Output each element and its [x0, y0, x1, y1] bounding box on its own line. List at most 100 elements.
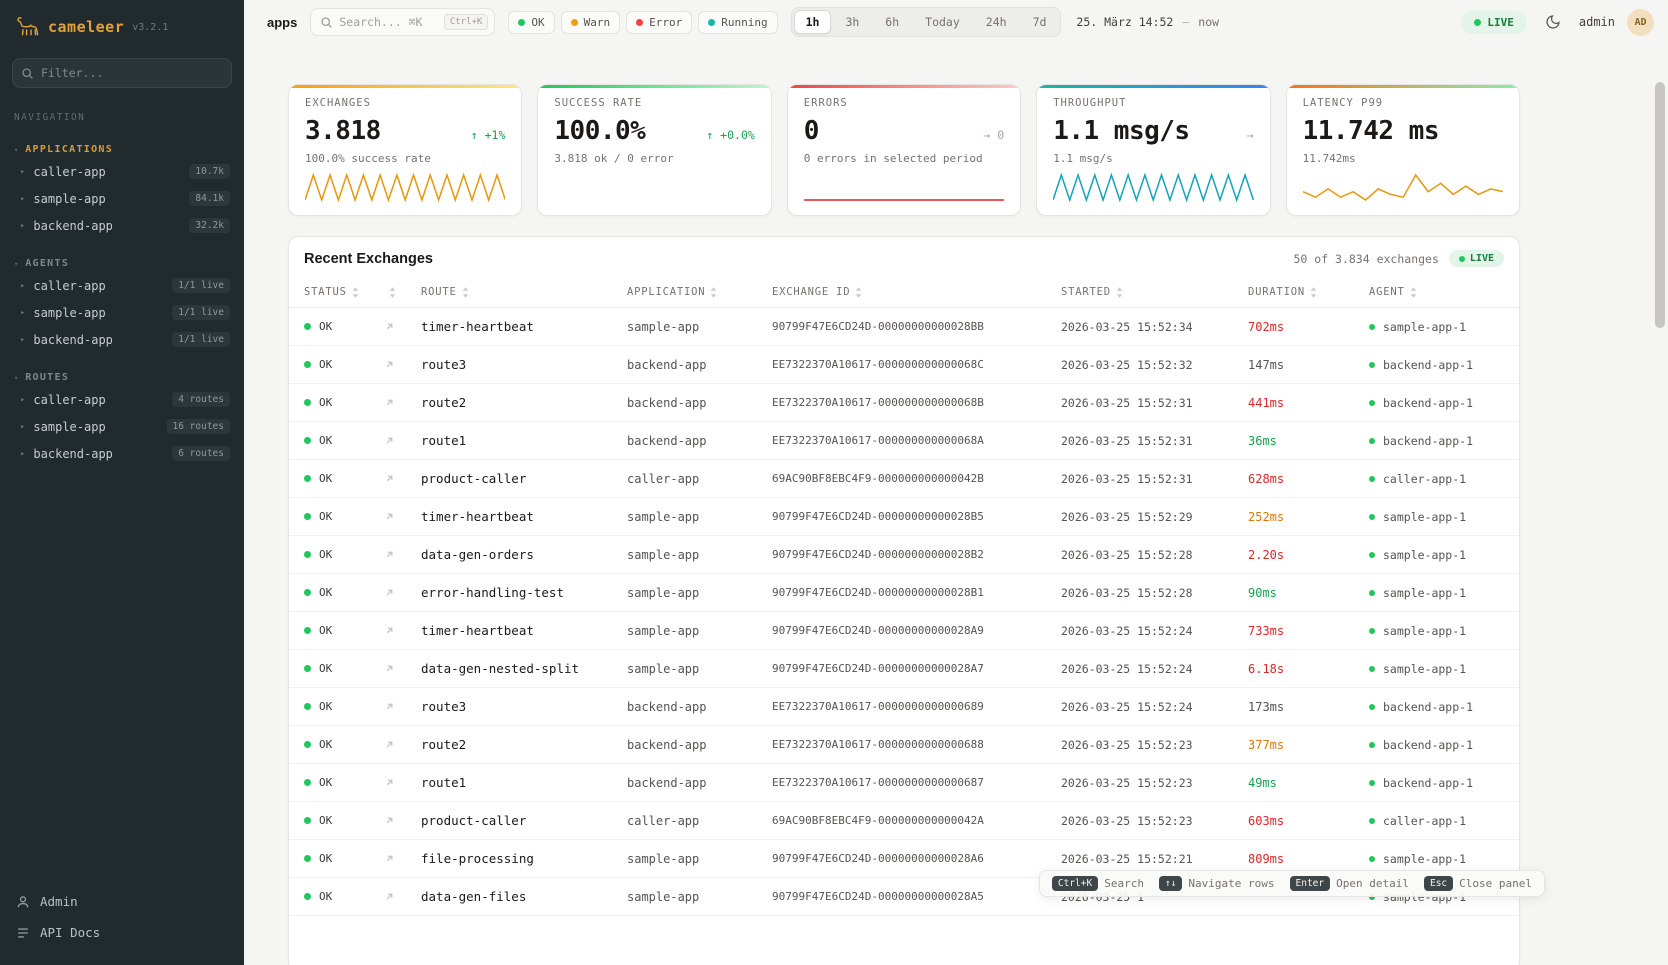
sidebar-item-caller-app[interactable]: ▸ caller-app 10.7k [0, 158, 244, 185]
avatar[interactable]: AD [1627, 9, 1654, 36]
ok-status-dot-icon [304, 855, 311, 862]
sidebar-footer-api-docs[interactable]: API Docs [14, 918, 230, 947]
time-range-6h[interactable]: 6h [873, 10, 911, 34]
open-detail-icon[interactable] [384, 359, 421, 370]
open-detail-icon[interactable] [384, 473, 421, 484]
open-detail-icon[interactable] [384, 587, 421, 598]
sidebar-item-sample-app[interactable]: ▸ sample-app 84.1k [0, 185, 244, 212]
column-header-started[interactable]: STARTED [1061, 286, 1248, 298]
table-row[interactable]: OK route1 backend-app EE7322370A10617-00… [289, 764, 1519, 802]
open-detail-icon[interactable] [384, 625, 421, 636]
time-range-7d[interactable]: 7d [1021, 10, 1059, 34]
time-range-today[interactable]: Today [913, 10, 972, 34]
sidebar-item-backend-app[interactable]: ▸ backend-app 6 routes [0, 440, 244, 467]
global-search[interactable]: Ctrl+K [310, 8, 495, 36]
agent-label: sample-app-1 [1383, 624, 1466, 638]
duration-cell: 90ms [1248, 586, 1369, 600]
shortcut-hint: Ctrl+K Search [1052, 876, 1144, 891]
agent-cell: sample-app-1 [1369, 586, 1504, 600]
duration-cell: 147ms [1248, 358, 1369, 372]
column-header-expand[interactable] [384, 287, 421, 298]
sidebar-item-caller-app[interactable]: ▸ caller-app 1/1 live [0, 272, 244, 299]
status-filter-warn[interactable]: Warn [561, 11, 621, 34]
open-detail-icon[interactable] [384, 701, 421, 712]
live-toggle[interactable]: LIVE [1461, 11, 1527, 34]
column-header-agent[interactable]: AGENT [1369, 286, 1504, 298]
status-filter-error[interactable]: Error [626, 11, 692, 34]
agent-cell: sample-app-1 [1369, 320, 1504, 334]
table-row[interactable]: OK route3 backend-app EE7322370A10617-00… [289, 688, 1519, 726]
agent-cell: sample-app-1 [1369, 852, 1504, 866]
sidebar-item-sample-app[interactable]: ▸ sample-app 16 routes [0, 413, 244, 440]
time-range-3h[interactable]: 3h [833, 10, 871, 34]
search-input[interactable] [339, 15, 437, 29]
stat-card-exchanges: EXCHANGES 3.818 ↑ +1% 100.0% success rat… [288, 84, 522, 216]
open-detail-icon[interactable] [384, 511, 421, 522]
column-header-duration[interactable]: DURATION [1248, 286, 1369, 298]
table-row[interactable]: OK data-gen-orders sample-app 90799F47E6… [289, 536, 1519, 574]
ok-status-dot-icon [304, 513, 311, 520]
status-dot-icon [571, 19, 578, 26]
nav-section-header[interactable]: ▾ ROUTES [0, 369, 244, 386]
duration-cell: 6.18s [1248, 662, 1369, 676]
open-detail-icon[interactable] [384, 815, 421, 826]
sidebar-footer-admin[interactable]: Admin [14, 887, 230, 916]
time-range-24h[interactable]: 24h [974, 10, 1019, 34]
started-cell: 2026-03-25 15:52:29 [1061, 510, 1248, 524]
column-header-status[interactable]: STATUS [304, 286, 384, 298]
scrollbar-thumb[interactable] [1655, 82, 1665, 328]
open-detail-icon[interactable] [384, 853, 421, 864]
open-detail-icon[interactable] [384, 739, 421, 750]
status-filter-running[interactable]: Running [698, 11, 777, 34]
sidebar-item-badge: 16 routes [167, 419, 230, 434]
table-row[interactable]: OK route2 backend-app EE7322370A10617-00… [289, 726, 1519, 764]
table-row[interactable]: OK timer-heartbeat sample-app 90799F47E6… [289, 308, 1519, 346]
agent-label: caller-app-1 [1383, 814, 1466, 828]
chevron-right-icon: ▸ [20, 194, 25, 204]
ok-status-dot-icon [304, 323, 311, 330]
time-range-1h[interactable]: 1h [794, 10, 832, 34]
started-cell: 2026-03-25 15:52:28 [1061, 548, 1248, 562]
table-row[interactable]: OK route2 backend-app EE7322370A10617-00… [289, 384, 1519, 422]
column-header-application[interactable]: APPLICATION [627, 286, 772, 298]
open-detail-icon[interactable] [384, 549, 421, 560]
table-row[interactable]: OK route3 backend-app EE7322370A10617-00… [289, 346, 1519, 384]
ok-status-dot-icon [304, 399, 311, 406]
open-detail-icon[interactable] [384, 435, 421, 446]
sidebar-item-backend-app[interactable]: ▸ backend-app 32.2k [0, 212, 244, 239]
dark-mode-toggle[interactable] [1539, 8, 1567, 36]
sidebar-item-sample-app[interactable]: ▸ sample-app 1/1 live [0, 299, 244, 326]
table-row[interactable]: OK timer-heartbeat sample-app 90799F47E6… [289, 612, 1519, 650]
sidebar-filter-input[interactable] [12, 58, 232, 88]
status-label: OK [319, 434, 332, 447]
app-logo[interactable]: cameleer v3.2.1 [0, 0, 244, 48]
navigation-label: NAVIGATION [0, 98, 244, 125]
footer-item-label: API Docs [40, 925, 100, 940]
exchange-id-cell: EE7322370A10617-0000000000000688 [772, 738, 1061, 751]
status-label: OK [319, 358, 332, 371]
open-detail-icon[interactable] [384, 397, 421, 408]
open-detail-icon[interactable] [384, 663, 421, 674]
table-row[interactable]: OK route1 backend-app EE7322370A10617-00… [289, 422, 1519, 460]
agent-label: sample-app-1 [1383, 586, 1466, 600]
stat-value: 100.0% [554, 116, 645, 146]
agent-live-dot-icon [1369, 362, 1375, 368]
nav-section-header[interactable]: ▾ APPLICATIONS [0, 141, 244, 158]
agent-live-dot-icon [1369, 818, 1375, 824]
nav-section-header[interactable]: ▾ AGENTS [0, 255, 244, 272]
sidebar-item-backend-app[interactable]: ▸ backend-app 1/1 live [0, 326, 244, 353]
column-header-route[interactable]: ROUTE [421, 286, 627, 298]
open-detail-icon[interactable] [384, 321, 421, 332]
open-detail-icon[interactable] [384, 777, 421, 788]
sidebar-item-caller-app[interactable]: ▸ caller-app 4 routes [0, 386, 244, 413]
started-cell: 2026-03-25 15:52:23 [1061, 738, 1248, 752]
table-row[interactable]: OK data-gen-nested-split sample-app 9079… [289, 650, 1519, 688]
column-header-exchange-id[interactable]: EXCHANGE ID [772, 286, 1061, 298]
ok-status-dot-icon [304, 817, 311, 824]
table-row[interactable]: OK product-caller caller-app 69AC90BF8EB… [289, 460, 1519, 498]
table-row[interactable]: OK error-handling-test sample-app 90799F… [289, 574, 1519, 612]
open-detail-icon[interactable] [384, 891, 421, 902]
status-filter-ok[interactable]: OK [508, 11, 554, 34]
table-row[interactable]: OK timer-heartbeat sample-app 90799F47E6… [289, 498, 1519, 536]
table-row[interactable]: OK product-caller caller-app 69AC90BF8EB… [289, 802, 1519, 840]
